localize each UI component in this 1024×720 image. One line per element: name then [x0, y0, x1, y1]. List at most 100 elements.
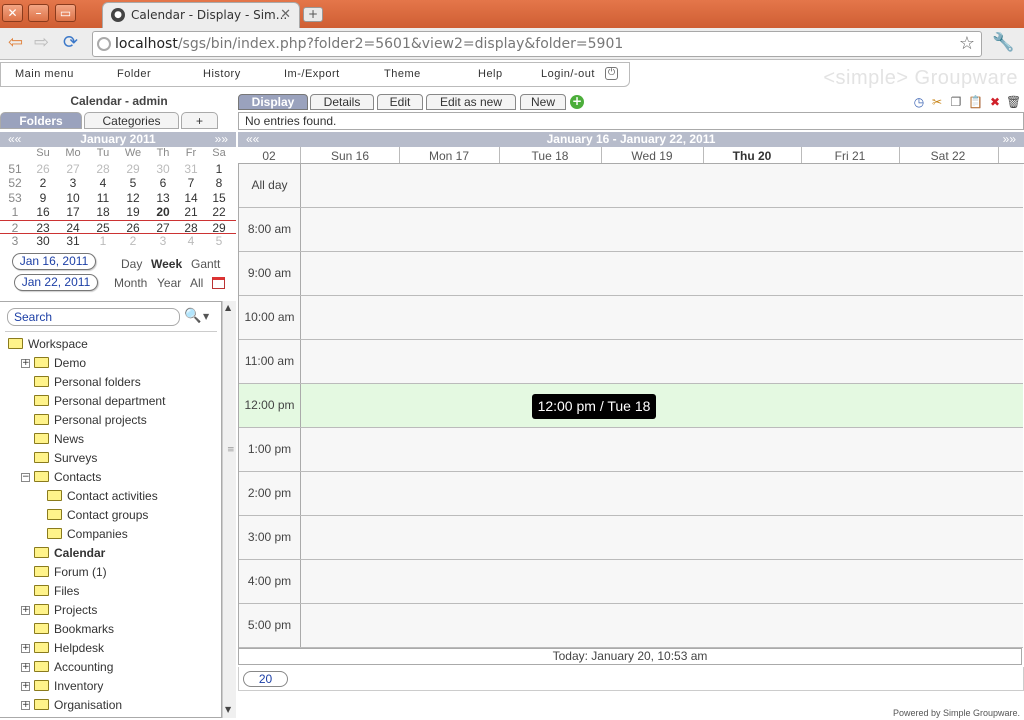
tree-item[interactable]: Personal projects	[34, 413, 147, 431]
mini-calendar-day[interactable]: 15	[206, 191, 232, 205]
forward-arrow-icon[interactable]: ⇨	[34, 33, 49, 53]
prev-week-button[interactable]: ««	[246, 132, 259, 147]
scroll-grip-icon[interactable]: ≡	[227, 445, 235, 455]
mini-calendar-day[interactable]: 4	[90, 176, 116, 190]
day-header-sat[interactable]: Sat 22	[899, 149, 997, 163]
mini-calendar-day[interactable]: 1	[90, 234, 116, 248]
tree-item[interactable]: Bookmarks	[34, 622, 114, 640]
page-size-button[interactable]: 20	[243, 671, 288, 687]
hour-row[interactable]: 2:00 pm	[239, 472, 1023, 516]
week-number-label[interactable]: 2	[2, 221, 28, 235]
details-button[interactable]: Details	[310, 94, 374, 110]
back-arrow-icon[interactable]: ⇦	[8, 33, 23, 53]
mini-calendar-day[interactable]: 27	[150, 221, 176, 235]
view-month-link[interactable]: Month	[114, 276, 147, 290]
day-header-fri[interactable]: Fri 21	[801, 149, 899, 163]
prev-month-button[interactable]: ««	[8, 132, 21, 147]
next-week-button[interactable]: »»	[1003, 132, 1016, 147]
expand-icon[interactable]: +	[21, 359, 30, 368]
mini-calendar-day[interactable]: 19	[120, 205, 146, 219]
hour-row[interactable]: 10:00 am	[239, 296, 1023, 340]
mini-calendar-day[interactable]: 1	[206, 162, 232, 176]
tree-item[interactable]: Companies	[47, 527, 128, 545]
mini-calendar-day[interactable]: 2	[120, 234, 146, 248]
tree-item[interactable]: Workspace	[8, 337, 88, 355]
collapse-icon[interactable]: −	[21, 473, 30, 482]
mini-calendar-day[interactable]: 24	[60, 221, 86, 235]
menu-login-out[interactable]: Login/-out	[541, 68, 595, 80]
cut-icon[interactable]: ✂	[930, 95, 944, 109]
menu-help[interactable]: Help	[478, 68, 503, 80]
week-number-label[interactable]: 3	[2, 234, 28, 248]
mini-calendar-day[interactable]: 28	[90, 162, 116, 176]
tree-item[interactable]: Personal department	[34, 394, 165, 412]
calendar-icon[interactable]	[212, 277, 225, 289]
mini-calendar-day[interactable]: 6	[150, 176, 176, 190]
week-number-label[interactable]: 1	[2, 205, 28, 219]
tree-item[interactable]: Contact activities	[47, 489, 158, 507]
copy-icon[interactable]: ❐	[949, 95, 963, 109]
tree-item[interactable]: Helpdesk	[34, 641, 104, 659]
mini-calendar-day[interactable]: 13	[150, 191, 176, 205]
tree-item[interactable]: Personal folders	[34, 375, 141, 393]
wrench-icon[interactable]: 🔧	[992, 33, 1014, 53]
menu-main-menu[interactable]: Main menu	[15, 68, 74, 80]
mini-calendar-day[interactable]: 14	[178, 191, 204, 205]
week-number-label[interactable]: 53	[2, 191, 28, 205]
expand-icon[interactable]: +	[21, 663, 30, 672]
hour-row[interactable]: 1:00 pm	[239, 428, 1023, 472]
tab-add[interactable]: +	[181, 112, 218, 129]
mini-calendar-day[interactable]: 26	[30, 162, 56, 176]
tree-item[interactable]: Surveys	[34, 451, 97, 469]
tree-item[interactable]: Organisation	[34, 698, 122, 716]
date-from-button[interactable]: Jan 16, 2011	[12, 253, 96, 270]
hour-row[interactable]: All day	[239, 164, 1023, 208]
mini-calendar-day[interactable]: 29	[206, 221, 232, 235]
tree-item[interactable]: Forum (1)	[34, 565, 107, 583]
mini-calendar-day[interactable]: 2	[30, 176, 56, 190]
mini-calendar-day[interactable]: 26	[120, 221, 146, 235]
new-tab-button[interactable]: +	[303, 7, 323, 22]
minimize-window-button[interactable]: –	[28, 4, 49, 22]
expand-icon[interactable]: +	[21, 682, 30, 691]
tab-categories[interactable]: Categories	[84, 112, 179, 129]
new-button[interactable]: New	[520, 94, 566, 110]
tree-scrollbar[interactable]: ▲ ≡ ▼	[222, 301, 236, 718]
tree-item[interactable]: Demo	[34, 356, 86, 374]
hour-row[interactable]: 4:00 pm	[239, 560, 1023, 604]
tree-item[interactable]: Contacts	[34, 470, 101, 488]
date-to-button[interactable]: Jan 22, 2011	[14, 274, 98, 291]
edit-as-new-button[interactable]: Edit as new	[426, 94, 516, 110]
trash-icon[interactable]: 🗑	[1006, 95, 1021, 109]
mini-calendar-day[interactable]: 3	[60, 176, 86, 190]
mini-calendar-day[interactable]: 7	[178, 176, 204, 190]
mini-calendar-day[interactable]: 30	[30, 234, 56, 248]
tab-close-icon[interactable]: ✕	[280, 7, 291, 22]
mini-calendar-day[interactable]: 10	[60, 191, 86, 205]
expand-icon[interactable]: +	[21, 606, 30, 615]
day-header-mon[interactable]: Mon 17	[399, 149, 499, 163]
browser-tab[interactable]: ● Calendar - Display - Sim... ✕	[102, 2, 300, 28]
menu-im-export[interactable]: Im-/Export	[284, 68, 340, 80]
mini-calendar-day[interactable]: 20	[150, 205, 176, 219]
view-week-link[interactable]: Week	[151, 257, 182, 271]
mini-calendar-day[interactable]: 29	[120, 162, 146, 176]
mini-calendar-day[interactable]: 5	[120, 176, 146, 190]
view-day-link[interactable]: Day	[121, 257, 142, 271]
bookmark-star-icon[interactable]: ☆	[959, 32, 975, 56]
chevron-down-icon[interactable]: ▼	[203, 312, 209, 321]
tree-item[interactable]: Calendar	[34, 546, 105, 564]
tree-item[interactable]: Contact groups	[47, 508, 148, 526]
mini-calendar-day[interactable]: 22	[206, 205, 232, 219]
tree-item[interactable]: Files	[34, 584, 79, 602]
tree-item[interactable]: Projects	[34, 603, 97, 621]
mini-calendar-day[interactable]: 17	[60, 205, 86, 219]
mini-calendar-day[interactable]: 9	[30, 191, 56, 205]
mini-calendar-day[interactable]: 16	[30, 205, 56, 219]
tab-folders[interactable]: Folders	[0, 112, 82, 129]
add-icon[interactable]: +	[570, 95, 584, 109]
mini-calendar-day[interactable]: 21	[178, 205, 204, 219]
mini-calendar-day[interactable]: 25	[90, 221, 116, 235]
maximize-window-button[interactable]: ▭	[55, 4, 76, 22]
clock-icon[interactable]: ◷	[912, 95, 926, 109]
